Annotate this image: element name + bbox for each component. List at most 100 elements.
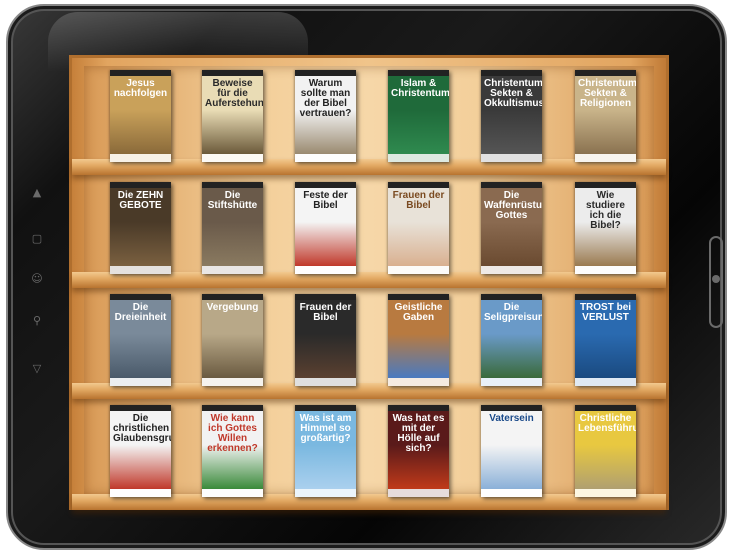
book-cover-art [481, 222, 542, 266]
book-cover[interactable]: Islam & Christentum [388, 70, 449, 162]
book-band [388, 294, 449, 300]
book-band [295, 70, 356, 76]
book-publisher-strip [295, 266, 356, 274]
book-cover-art [295, 445, 356, 489]
book-publisher-strip [295, 154, 356, 162]
book-cover[interactable]: Beweise für die Auferstehung [202, 70, 263, 162]
book-band [575, 182, 636, 188]
book-cover-art [295, 222, 356, 266]
book-title: Die Waffenrüstung Gottes [484, 190, 542, 221]
book-band [388, 405, 449, 411]
book-cover-art [388, 110, 449, 154]
book-cover-art [110, 445, 171, 489]
book-cover-art [481, 445, 542, 489]
book-title: Christentum, Sekten & Okkultismus [484, 78, 542, 109]
search-icon[interactable]: ⚲ [30, 314, 44, 328]
book-publisher-strip [110, 266, 171, 274]
shelf-plank [72, 272, 666, 288]
book-cover[interactable]: Frauen der Bibel [295, 294, 356, 386]
book-cover[interactable]: Die ZEHN GEBOTE [110, 182, 171, 274]
book-band [388, 70, 449, 76]
book-band [481, 294, 542, 300]
book-band [481, 405, 542, 411]
book-title: Islam & Christentum [391, 78, 449, 99]
book-publisher-strip [481, 489, 542, 497]
book-cover[interactable]: Wie studiere ich die Bibel? [575, 182, 636, 274]
book-publisher-strip [481, 266, 542, 274]
book-cover[interactable]: Wie kann ich Gottes Willen erkennen? [202, 405, 263, 497]
book-cover-art [110, 334, 171, 378]
square-icon[interactable]: ▢ [30, 232, 44, 246]
book-band [295, 405, 356, 411]
down-triangle-icon[interactable]: ▽ [30, 362, 44, 376]
book-publisher-strip [575, 378, 636, 386]
book-cover[interactable]: Was hat es mit der Hölle auf sich? [388, 405, 449, 497]
book-cover-art [575, 334, 636, 378]
book-title: Die Seligpreisungen [484, 302, 542, 323]
book-publisher-strip [202, 154, 263, 162]
up-triangle-icon[interactable]: ▲ [30, 186, 44, 200]
book-title: Wie studiere ich die Bibel? [586, 190, 625, 231]
book-band [110, 70, 171, 76]
book-title: Warum sollte man der Bibel vertrauen? [299, 78, 352, 119]
book-title: Vatersein [489, 413, 534, 424]
book-cover-art [481, 110, 542, 154]
book-publisher-strip [575, 266, 636, 274]
book-title: TROST bei VERLUST [579, 302, 632, 323]
book-publisher-strip [575, 489, 636, 497]
person-icon[interactable]: ☺ [30, 272, 44, 286]
book-cover[interactable]: Die Dreieinheit [110, 294, 171, 386]
book-title: Frauen der Bibel [299, 302, 352, 323]
book-cover[interactable]: Jesus nachfolgen [110, 70, 171, 162]
book-cover-art [388, 334, 449, 378]
book-title: Die Dreieinheit [114, 302, 167, 323]
book-title: Die Stiftshütte [207, 190, 258, 211]
book-title: Frauen der Bibel [392, 190, 445, 211]
book-cover-art [110, 110, 171, 154]
book-cover[interactable]: Die Waffenrüstung Gottes [481, 182, 542, 274]
book-band [575, 294, 636, 300]
book-band [575, 70, 636, 76]
book-cover[interactable]: Feste der Bibel [295, 182, 356, 274]
book-publisher-strip [202, 489, 263, 497]
book-title: Vergebung [206, 302, 259, 313]
book-title: Wie kann ich Gottes Willen erkennen? [207, 413, 258, 454]
book-cover[interactable]: Was ist am Himmel so großartig? [295, 405, 356, 497]
book-band [481, 182, 542, 188]
book-band [110, 294, 171, 300]
book-title: Die christlichen Glaubensgrundlagen [113, 413, 171, 444]
book-publisher-strip [110, 378, 171, 386]
book-band [202, 405, 263, 411]
book-publisher-strip [110, 154, 171, 162]
book-cover[interactable]: Vatersein [481, 405, 542, 497]
book-cover[interactable]: TROST bei VERLUST [575, 294, 636, 386]
book-band [202, 294, 263, 300]
book-title: Christentum Sekten & Religionen [578, 78, 636, 109]
book-band [295, 182, 356, 188]
book-cover[interactable]: Die Seligpreisungen [481, 294, 542, 386]
book-cover[interactable]: Die christlichen Glaubensgrundlagen [110, 405, 171, 497]
book-cover[interactable]: Vergebung [202, 294, 263, 386]
book-cover[interactable]: Christliche Lebensführung [575, 405, 636, 497]
book-publisher-strip [388, 489, 449, 497]
book-title: Die ZEHN GEBOTE [117, 190, 164, 211]
book-publisher-strip [110, 489, 171, 497]
book-cover-art [202, 110, 263, 154]
bookshelf: Jesus nachfolgen Beweise für die Auferste… [69, 55, 669, 510]
book-title: Was ist am Himmel so großartig? [299, 413, 352, 444]
book-band [202, 70, 263, 76]
book-cover-art [202, 222, 263, 266]
book-publisher-strip [481, 154, 542, 162]
book-cover[interactable]: Die Stiftshütte [202, 182, 263, 274]
book-cover-art [575, 110, 636, 154]
book-cover[interactable]: Geistliche Gaben [388, 294, 449, 386]
book-cover-art [295, 334, 356, 378]
book-publisher-strip [295, 489, 356, 497]
book-cover[interactable]: Frauen der Bibel [388, 182, 449, 274]
book-publisher-strip [202, 378, 263, 386]
book-cover[interactable]: Warum sollte man der Bibel vertrauen? [295, 70, 356, 162]
book-cover[interactable]: Christentum Sekten & Religionen [575, 70, 636, 162]
book-publisher-strip [388, 266, 449, 274]
book-cover-art [481, 334, 542, 378]
book-cover[interactable]: Christentum, Sekten & Okkultismus [481, 70, 542, 162]
